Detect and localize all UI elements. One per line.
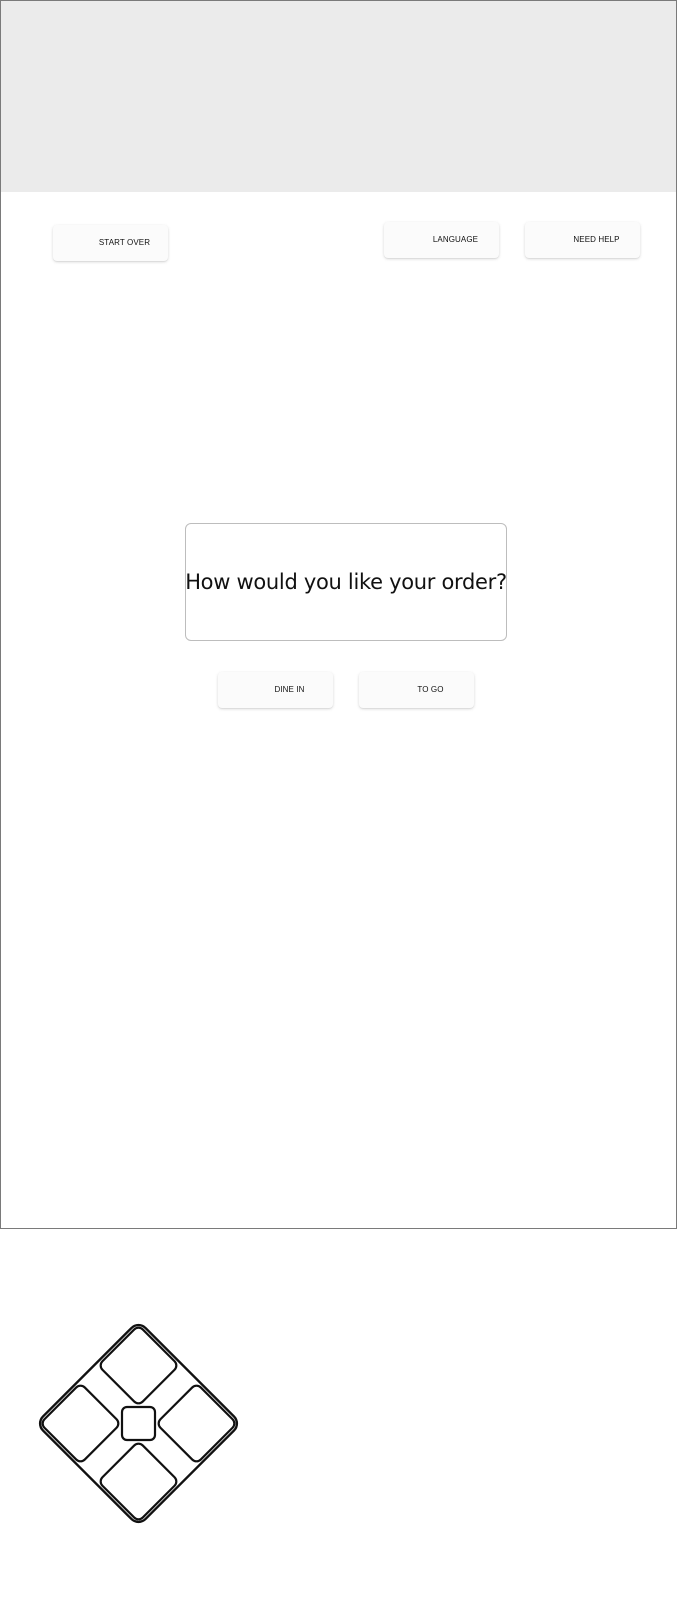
to-go-label: TO GO <box>417 685 444 694</box>
header-banner <box>1 1 676 192</box>
kiosk-screen: START OVER LANGUAGE NEED HELP How would … <box>0 0 677 1229</box>
to-go-button[interactable]: TO GO <box>359 672 474 708</box>
order-type-prompt: How would you like your order? <box>185 570 507 594</box>
four-panel-diamond-logo-icon <box>38 1323 239 1524</box>
start-over-label: START OVER <box>98 238 151 247</box>
need-help-button[interactable]: NEED HELP <box>525 222 640 258</box>
language-button[interactable]: LANGUAGE <box>384 222 499 258</box>
order-type-prompt-card: How would you like your order? <box>185 523 507 641</box>
start-over-button[interactable]: START OVER <box>53 225 168 261</box>
need-help-label: NEED HELP <box>573 235 620 244</box>
dine-in-button[interactable]: DINE IN <box>218 672 333 708</box>
language-label: LANGUAGE <box>432 235 479 244</box>
page: START OVER LANGUAGE NEED HELP How would … <box>0 0 691 1600</box>
dine-in-label: DINE IN <box>274 685 305 694</box>
